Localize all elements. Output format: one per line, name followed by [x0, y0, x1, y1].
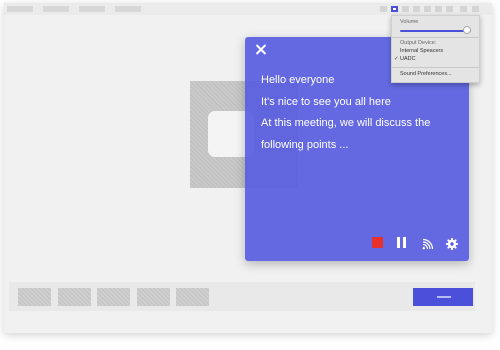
menu-divider — [392, 37, 479, 38]
device-option-label: UADC — [400, 56, 416, 62]
close-icon[interactable] — [254, 43, 268, 57]
status-icon[interactable] — [446, 6, 453, 12]
stop-icon — [372, 237, 383, 248]
toolbar-item[interactable] — [176, 288, 209, 306]
menu-bar — [4, 3, 492, 15]
audio-output-menu: Volume Output Device: Internal Speacers … — [391, 15, 480, 83]
bottom-toolbar — [9, 282, 475, 311]
menu-divider — [392, 67, 479, 68]
menu-bar-item[interactable] — [43, 6, 69, 12]
toolbar-item[interactable] — [18, 288, 51, 306]
status-icon[interactable] — [435, 6, 442, 12]
pause-icon — [403, 237, 406, 248]
caption-line: It's nice to see you all here — [261, 95, 391, 108]
device-option-uadc[interactable]: ✓UADC — [394, 56, 416, 62]
volume-label: Volume — [400, 19, 419, 25]
settings-button[interactable] — [446, 237, 458, 250]
toolbar-item[interactable] — [137, 288, 170, 306]
status-icon[interactable] — [380, 6, 387, 12]
stop-button[interactable] — [372, 237, 384, 249]
status-icon[interactable] — [424, 6, 431, 12]
sound-preferences-item[interactable]: Sound Preferences... — [400, 71, 452, 77]
cast-button[interactable] — [422, 237, 434, 250]
caption-line: At this meeting, we will discuss the — [261, 117, 431, 129]
volume-slider[interactable] — [400, 30, 471, 32]
device-option-internal-speakers[interactable]: Internal Speacers — [400, 48, 443, 54]
primary-button[interactable] — [413, 288, 473, 306]
status-icon[interactable] — [460, 6, 467, 12]
pause-icon — [397, 237, 400, 248]
primary-button-label — [437, 296, 451, 298]
menu-bar-item[interactable] — [7, 6, 33, 12]
status-icon[interactable] — [402, 6, 409, 12]
toolbar-item[interactable] — [58, 288, 91, 306]
toolbar-item[interactable] — [97, 288, 130, 306]
gear-icon — [446, 238, 458, 250]
status-icon[interactable] — [472, 6, 479, 12]
output-device-label: Output Device: — [400, 40, 437, 46]
menu-bar-item[interactable] — [79, 6, 105, 12]
menu-bar-item[interactable] — [115, 6, 141, 12]
audio-icon[interactable] — [391, 6, 398, 12]
status-icon[interactable] — [413, 6, 420, 12]
cast-icon — [422, 238, 434, 250]
volume-slider-thumb[interactable] — [463, 26, 472, 34]
caption-line: following points ... — [261, 138, 349, 151]
pause-button[interactable] — [396, 237, 408, 249]
